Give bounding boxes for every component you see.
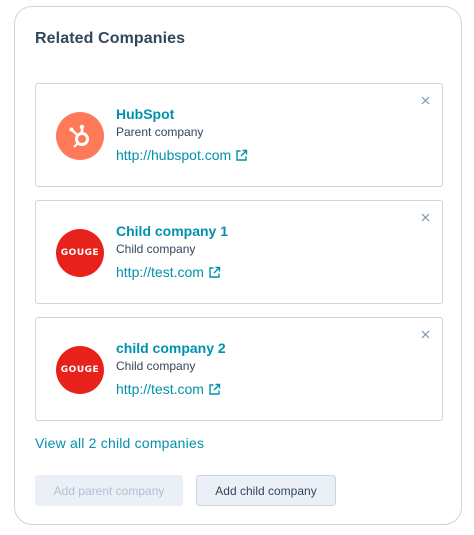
add-child-company-button[interactable]: Add child company [196, 475, 336, 506]
remove-association-button[interactable] [418, 210, 432, 224]
company-type-label: Parent company [116, 125, 204, 139]
company-url-text[interactable]: http://test.com [116, 264, 204, 280]
gouge-logo-text: GOUGE [60, 365, 100, 375]
related-companies-panel: Related Companies HubSpot Parent company… [14, 6, 462, 525]
external-link-icon [208, 383, 221, 396]
company-name-link[interactable]: Child company 1 [116, 223, 228, 239]
gouge-logo-text: GOUGE [60, 248, 100, 258]
external-link-icon [235, 149, 248, 162]
gouge-logo: GOUGE [56, 229, 104, 277]
company-type-label: Child company [116, 242, 196, 256]
close-icon [421, 330, 429, 338]
external-link-icon [208, 266, 221, 279]
company-type-label: Child company [116, 359, 196, 373]
company-card-child-2: GOUGE child company 2 Child company http… [35, 317, 443, 421]
company-card-child-1: GOUGE Child company 1 Child company http… [35, 200, 443, 304]
close-icon [421, 213, 429, 221]
remove-association-button[interactable] [418, 327, 432, 341]
remove-association-button[interactable] [418, 93, 432, 107]
company-url-text[interactable]: http://hubspot.com [116, 147, 231, 163]
company-url-link[interactable]: http://test.com [116, 264, 221, 280]
add-parent-company-button[interactable]: Add parent company [35, 475, 183, 506]
view-all-child-companies-link[interactable]: View all 2 child companies [35, 435, 204, 451]
company-card-hubspot: HubSpot Parent company http://hubspot.co… [35, 83, 443, 187]
gouge-logo: GOUGE [56, 346, 104, 394]
close-icon [421, 96, 429, 104]
panel-title: Related Companies [35, 30, 186, 47]
company-name-link[interactable]: HubSpot [116, 106, 174, 122]
company-url-link[interactable]: http://test.com [116, 381, 221, 397]
company-url-text[interactable]: http://test.com [116, 381, 204, 397]
hubspot-sprocket-icon [56, 112, 104, 160]
company-url-link[interactable]: http://hubspot.com [116, 147, 248, 163]
company-name-link[interactable]: child company 2 [116, 340, 226, 356]
